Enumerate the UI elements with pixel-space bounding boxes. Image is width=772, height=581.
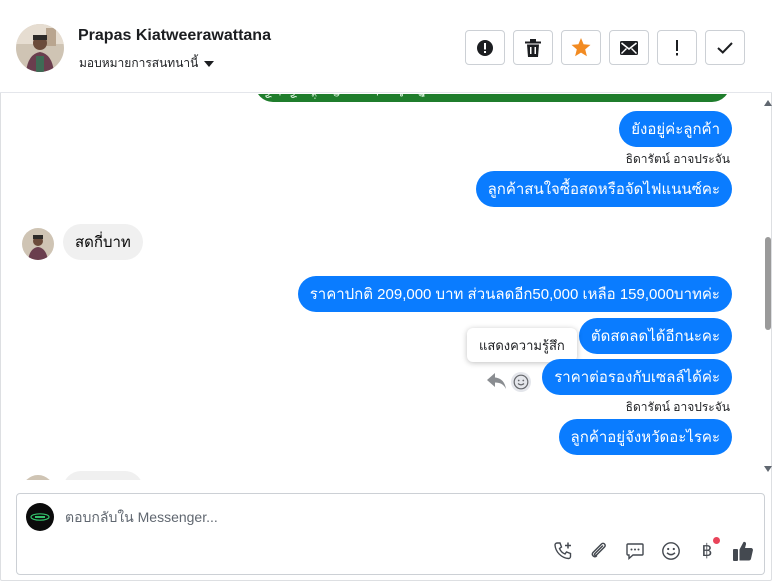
conversation-scrollbar[interactable] bbox=[763, 94, 772, 480]
contact-name[interactable]: Prapas Kiatweerawattana bbox=[78, 27, 271, 45]
message-bubble[interactable]: ราคาต่อรองกับเซลล์ได้ค่ะ bbox=[542, 359, 732, 395]
thread-header: Prapas Kiatweerawattana มอบหมายการสนทนาน… bbox=[0, 0, 772, 93]
spam-button[interactable] bbox=[465, 30, 505, 65]
reaction-tooltip: แสดงความรู้สึก bbox=[467, 328, 577, 362]
composer-tools: ฿ bbox=[552, 537, 754, 562]
envelope-icon bbox=[620, 40, 638, 55]
thread-toolbar bbox=[465, 30, 745, 65]
message-bubble-partial bbox=[63, 471, 143, 480]
check-icon bbox=[717, 41, 733, 54]
scroll-up-arrow-icon[interactable] bbox=[764, 100, 772, 106]
message-bubble[interactable]: ราคาปกติ 209,000 บาท ส่วนลดอีก50,000 เหล… bbox=[297, 276, 732, 312]
contact-avatar-small[interactable] bbox=[22, 228, 54, 260]
scrollbar-thumb[interactable] bbox=[765, 237, 771, 330]
smiley-icon[interactable] bbox=[511, 372, 531, 392]
shared-image-preview[interactable]: โปรโมชั่น พิเศษ ประจำเดือน bbox=[255, 94, 730, 102]
contact-avatar-small bbox=[22, 475, 54, 480]
chat-bubble-icon[interactable] bbox=[624, 540, 646, 562]
sender-name: ธิดารัตน์ อาจประจัน bbox=[625, 400, 730, 414]
exclamation-icon bbox=[676, 39, 678, 55]
message-bubble[interactable]: สดกี่บาท bbox=[63, 224, 143, 260]
chevron-down-icon bbox=[204, 60, 215, 67]
baht-payment-icon[interactable]: ฿ bbox=[696, 537, 720, 562]
star-button[interactable] bbox=[561, 30, 601, 65]
follow-up-button[interactable] bbox=[657, 30, 697, 65]
page-avatar bbox=[26, 503, 54, 531]
message-bubble[interactable]: ยังอยู่ค่ะลูกค้า bbox=[619, 111, 732, 147]
call-plus-icon[interactable] bbox=[552, 540, 574, 562]
notification-dot bbox=[713, 537, 720, 544]
message-list[interactable]: โปรโมชั่น พิเศษ ประจำเดือน ยังอยู่ค่ะลูก… bbox=[0, 94, 762, 480]
alert-circle-icon bbox=[477, 39, 493, 56]
emoji-picker-icon[interactable] bbox=[660, 540, 682, 562]
delete-button[interactable] bbox=[513, 30, 553, 65]
message-bubble[interactable]: ลูกค้าสนใจซื้อสดหรือจัดไฟแนนซ์คะ bbox=[475, 171, 732, 207]
thumbs-up-icon[interactable] bbox=[732, 540, 754, 562]
contact-avatar[interactable] bbox=[16, 24, 64, 72]
assign-conversation-dropdown[interactable]: มอบหมายการสนทนานี้ bbox=[79, 54, 215, 73]
mark-unread-button[interactable] bbox=[609, 30, 649, 65]
message-bubble[interactable]: ลูกค้าอยู่จังหวัดอะไรคะ bbox=[558, 419, 732, 455]
assign-label: มอบหมายการสนทนานี้ bbox=[79, 56, 199, 70]
trash-icon bbox=[525, 38, 541, 57]
sender-name: ธิดารัตน์ อาจประจัน bbox=[625, 152, 730, 166]
baht-symbol: ฿ bbox=[701, 541, 713, 561]
paperclip-icon[interactable] bbox=[588, 540, 610, 562]
message-bubble[interactable]: ตัดสดลดได้อีกนะคะ bbox=[578, 318, 732, 354]
reply-icon[interactable] bbox=[487, 372, 507, 390]
message-composer: ฿ bbox=[16, 493, 765, 575]
mark-done-button[interactable] bbox=[705, 30, 745, 65]
reply-input[interactable] bbox=[65, 506, 745, 528]
star-icon bbox=[571, 38, 591, 57]
scroll-down-arrow-icon[interactable] bbox=[764, 466, 772, 472]
